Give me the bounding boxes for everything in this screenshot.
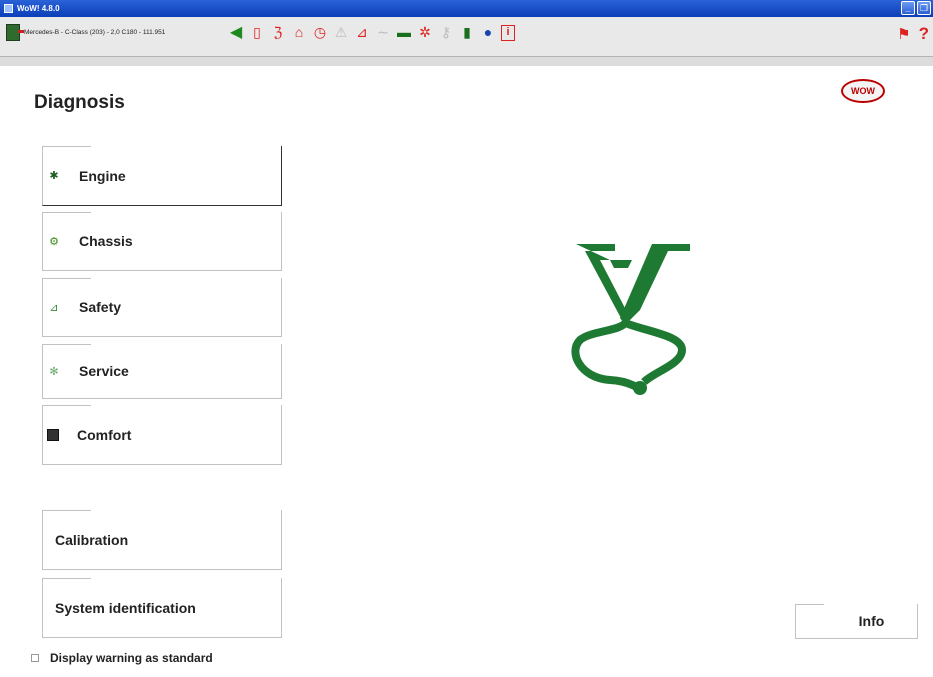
warning-checkbox[interactable] [31, 654, 39, 662]
restore-icon[interactable]: ❐ [917, 1, 931, 15]
seat-icon[interactable]: ⌂ [291, 24, 307, 41]
engine-icon: ✱ [49, 170, 59, 182]
clock-icon[interactable]: ◷ [312, 24, 328, 41]
comfort-label: Comfort [77, 426, 132, 443]
flag-icon[interactable]: ⚑ [897, 25, 910, 43]
stethoscope-icon[interactable]: ℨ [270, 24, 286, 41]
page-title: Diagnosis [34, 92, 125, 113]
calibration-label: Calibration [55, 531, 129, 548]
app-icon [4, 4, 13, 13]
exit-icon[interactable]: ▯ [249, 24, 265, 41]
engine-label: Engine [79, 167, 126, 184]
safety-button[interactable]: ⊿ Safety [42, 278, 282, 337]
system-identification-label: System identification [55, 599, 196, 616]
chassis-icon: ⚙ [49, 235, 59, 248]
chassis-button[interactable]: ⚙ Chassis [42, 212, 282, 271]
laptop-icon[interactable]: ▬ [396, 24, 412, 41]
system-identification-button[interactable]: System identification [42, 578, 282, 638]
info-icon[interactable]: i [501, 24, 515, 41]
service-icon: ✻ [49, 365, 59, 378]
info-label: Info [858, 613, 885, 629]
chassis-label: Chassis [79, 233, 133, 249]
vehicle-label[interactable]: Mercedes-B - C-Class (203) - 2,0 C180 - … [24, 29, 165, 36]
seat-help-icon[interactable]: ⊿ [354, 24, 370, 41]
comfort-button[interactable]: Comfort [42, 405, 282, 465]
safety-label: Safety [79, 299, 122, 315]
service-label: Service [79, 363, 129, 379]
book-icon[interactable]: ▮ [459, 24, 475, 41]
vehicle-select-icon[interactable] [6, 24, 24, 41]
back-arrow-icon[interactable]: ◀ [228, 24, 244, 41]
stethoscope-logo-icon [571, 244, 690, 395]
info-button[interactable]: Info [795, 604, 918, 639]
safety-icon: ⊿ [49, 301, 59, 314]
tools-icon[interactable]: ✲ [417, 24, 433, 41]
title-bar: WoW! 4.8.0 _ ❐ [0, 0, 933, 17]
warning-triangle-icon[interactable]: ⚠ [333, 24, 349, 41]
toolbar: Mercedes-B - C-Class (203) - 2,0 C180 - … [0, 17, 933, 57]
minimize-icon[interactable]: _ [901, 1, 915, 15]
connection-icon[interactable]: ∼ [375, 24, 391, 41]
comfort-icon [47, 428, 59, 441]
toolbar-divider [0, 57, 933, 66]
engine-button[interactable]: ✱ Engine [42, 146, 282, 206]
globe-icon[interactable]: ● [480, 24, 496, 41]
window-title: WoW! 4.8.0 [17, 4, 60, 13]
wow-logo: WOW [841, 79, 885, 103]
service-button[interactable]: ✻ Service [42, 344, 282, 399]
calibration-button[interactable]: Calibration [42, 510, 282, 570]
warning-label: Display warning as standard [50, 651, 213, 665]
help-icon[interactable]: ? [919, 24, 929, 44]
key-icon[interactable]: ⚷ [438, 24, 454, 41]
